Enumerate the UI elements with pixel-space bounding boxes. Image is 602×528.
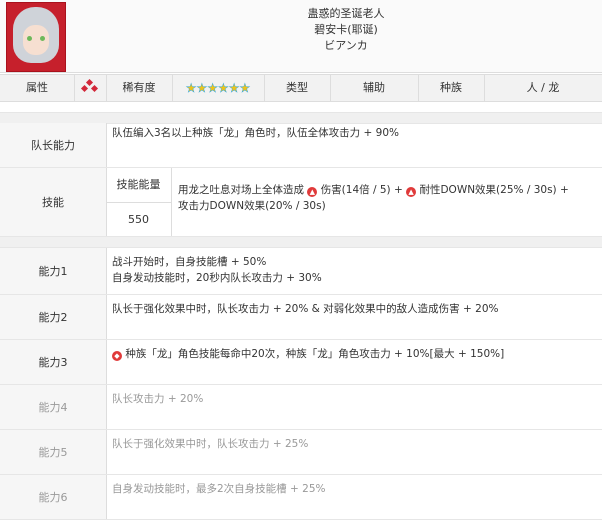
ability-line: 自身发动技能时，20秒内队长攻击力 + 30%	[112, 272, 322, 284]
attr-label: 属性	[0, 75, 75, 101]
ability-text: ◆ 种族「龙」角色技能每命中20次，种族「龙」角色攻击力 + 10%[最大 + …	[112, 346, 504, 362]
dragon-icon: ◆	[112, 351, 122, 361]
rarity-stars: ★★★★★★	[172, 75, 265, 101]
avatar-eye	[27, 36, 32, 41]
fire-icon: ▲	[406, 187, 417, 197]
ability-label: 能力4	[0, 385, 107, 429]
fire-icon: ▲	[307, 187, 318, 197]
character-name-jp: ビアンカ	[324, 39, 368, 52]
character-avatar[interactable]	[6, 2, 66, 72]
star-icon: ★	[185, 81, 197, 96]
type-value: 辅助	[330, 75, 419, 101]
star-icon: ★	[218, 81, 229, 96]
skill-line-2: 攻击力DOWN效果(20% / 30s)	[178, 200, 326, 212]
ability-text: 队长攻击力 + 20%	[112, 393, 204, 405]
ability-label: 能力1	[0, 248, 107, 294]
star-icon: ★	[196, 81, 208, 96]
ability-text: 战斗开始时，自身技能槽 + 50% 自身发动技能时，20秒内队长攻击力 + 30…	[112, 254, 322, 286]
type-label: 类型	[264, 75, 331, 101]
spacer-row	[0, 237, 602, 248]
race-label: 种族	[418, 75, 485, 101]
character-names: 蛊惑的圣诞老人 碧安卡(耶诞) ビアンカ	[90, 6, 602, 54]
ability-label: 能力5	[0, 430, 107, 474]
skill-row: 技能 技能能量 550 用龙之吐息对场上全体造成 ▲ 伤害(14倍 / 5) +…	[0, 168, 602, 237]
character-name-cn: 碧安卡(耶诞)	[314, 23, 378, 36]
character-title: 蛊惑的圣诞老人	[307, 7, 385, 20]
rarity-label: 稀有度	[106, 75, 173, 101]
ability-row-1: 能力1 战斗开始时，自身技能槽 + 50% 自身发动技能时，20秒内队长攻击力 …	[0, 248, 602, 295]
skill-description: 用龙之吐息对场上全体造成 ▲ 伤害(14倍 / 5) + ▲ 耐性DOWN效果(…	[178, 182, 569, 214]
ability-row-2: 能力2 队长于强化效果中时，队长攻击力 + 20% & 对弱化效果中的敌人造成伤…	[0, 295, 602, 340]
character-header: 蛊惑的圣诞老人 碧安卡(耶诞) ビアンカ	[0, 0, 602, 73]
leader-row: 队长能力 队伍编入3名以上种族「龙」角色时，队伍全体攻击力 + 90%	[0, 123, 602, 168]
star-icon: ★	[239, 81, 251, 96]
ability-text: 队长于强化效果中时，队长攻击力 + 20% & 对弱化效果中的敌人造成伤害 + …	[112, 303, 499, 315]
avatar-eye	[40, 36, 45, 41]
race-value: 人 / 龙	[526, 81, 560, 94]
star-icon: ★	[207, 81, 218, 96]
attr-icon-cell	[74, 75, 107, 101]
ability-label: 能力6	[0, 475, 107, 519]
ability-row-6: 能力6 自身发动技能时，最多2次自身技能槽 + 25%	[0, 475, 602, 520]
diamond-attribute-icon	[80, 78, 99, 96]
character-page: 蛊惑的圣诞老人 碧安卡(耶诞) ビアンカ 属性 稀有度 ★★★★★★ 类型 辅助…	[0, 0, 602, 528]
attribute-bar: 属性 稀有度 ★★★★★★ 类型 辅助 种族 人 / 龙	[0, 74, 602, 102]
ability-line: 战斗开始时，自身技能槽 + 50%	[112, 256, 267, 268]
skill-energy-value: 550	[128, 213, 149, 226]
ability-row-4: 能力4 队长攻击力 + 20%	[0, 385, 602, 430]
skill-energy-label: 技能能量	[106, 168, 171, 203]
ability-label: 能力3	[0, 340, 107, 384]
skill-line-1: 用龙之吐息对场上全体造成 ▲ 伤害(14倍 / 5) + ▲ 耐性DOWN效果(…	[178, 184, 569, 197]
ability-label: 能力2	[0, 295, 107, 339]
leader-label: 队长能力	[0, 123, 107, 167]
skill-label: 技能	[0, 168, 107, 236]
ability-text: 自身发动技能时，最多2次自身技能槽 + 25%	[112, 483, 326, 495]
leader-text: 队伍编入3名以上种族「龙」角色时，队伍全体攻击力 + 90%	[112, 127, 399, 139]
skill-energy-box: 技能能量 550	[106, 168, 172, 236]
ability-text: 队长于强化效果中时，队长攻击力 + 25%	[112, 438, 309, 450]
ability-row-3: 能力3 ◆ 种族「龙」角色技能每命中20次，种族「龙」角色攻击力 + 10%[最…	[0, 340, 602, 385]
star-icon: ★	[228, 81, 240, 96]
ability-row-5: 能力5 队长于强化效果中时，队长攻击力 + 25%	[0, 430, 602, 475]
